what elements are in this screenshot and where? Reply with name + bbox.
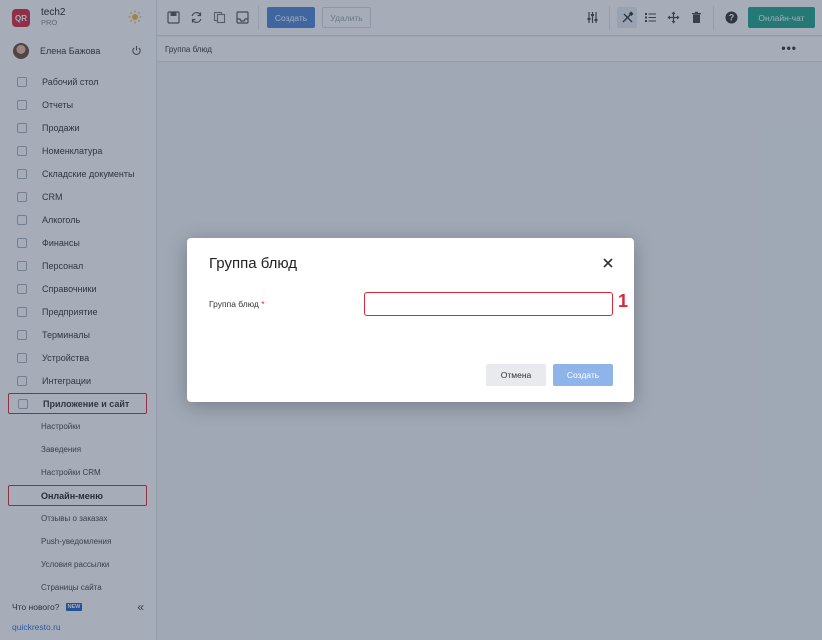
create-group-dialog: Группа блюд Группа блюд * 1 Отмена Созда… xyxy=(187,238,634,402)
dialog-create-button[interactable]: Создать xyxy=(553,364,613,386)
cancel-button[interactable]: Отмена xyxy=(486,364,546,386)
close-icon[interactable] xyxy=(602,257,614,269)
group-name-label-text: Группа блюд xyxy=(209,299,259,309)
annotation-marker: 1 xyxy=(618,291,629,311)
group-name-input[interactable] xyxy=(364,292,613,316)
dialog-title: Группа блюд xyxy=(209,255,298,272)
required-mark: * xyxy=(261,299,265,309)
group-name-label: Группа блюд * xyxy=(209,299,265,309)
